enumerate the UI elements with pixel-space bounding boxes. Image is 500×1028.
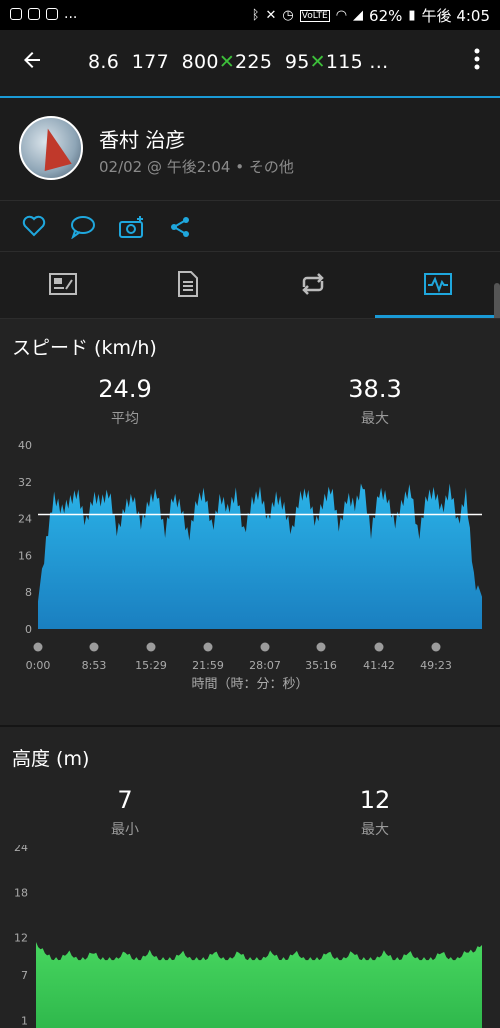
elevation-max-label: 最大 bbox=[361, 822, 389, 838]
speed-avg-value: 24.9 bbox=[98, 375, 152, 403]
speed-x-tick-dot bbox=[316, 642, 326, 652]
laps-icon bbox=[301, 273, 324, 295]
app-bar: 8.6 177 800✕225 95✕115 ... bbox=[0, 30, 500, 98]
overview-icon bbox=[48, 273, 77, 295]
speed-avg-label: 平均 bbox=[111, 411, 139, 427]
clock: 午後 4:05 bbox=[421, 7, 490, 25]
speed-title: スピード (km/h) bbox=[12, 337, 157, 359]
elevation-y-tick: 24 bbox=[14, 845, 28, 854]
speed-x-tick-dot bbox=[33, 642, 43, 652]
tab-details[interactable] bbox=[125, 252, 250, 316]
speed-series-area bbox=[38, 483, 482, 629]
speed-x-tick-dot bbox=[431, 642, 441, 652]
profile-name[interactable]: 香村 治彦 bbox=[99, 124, 185, 153]
status-right: ᛒ ✕ ◷ VoLTE ◠ ◢ 62% ▮ 午後 4:05 bbox=[252, 5, 490, 26]
mute-icon: ✕ bbox=[265, 8, 277, 23]
speed-y-tick: 0 bbox=[25, 623, 32, 636]
tab-laps[interactable] bbox=[250, 252, 375, 316]
speed-x-tick: 8:53 bbox=[82, 659, 107, 672]
elevation-title: 高度 (m) bbox=[12, 748, 90, 770]
more-vert-icon[interactable] bbox=[474, 48, 480, 75]
elevation-max-value: 12 bbox=[359, 786, 391, 814]
charts-panel: スピード (km/h) 24.9 平均 38.3 最大 0 8 16 24 32 40 0:… bbox=[0, 318, 500, 1028]
speed-x-tick-dot bbox=[260, 642, 270, 652]
wifi-icon: ◠ bbox=[335, 8, 348, 23]
status-left: ... bbox=[10, 6, 77, 22]
speed-x-tick: 21:59 bbox=[192, 659, 224, 672]
speed-x-tick: 28:07 bbox=[249, 659, 281, 672]
battery-text: 62% bbox=[369, 6, 403, 25]
share-icon[interactable] bbox=[168, 215, 194, 239]
lines-icon bbox=[28, 8, 40, 20]
speed-y-tick: 32 bbox=[18, 476, 32, 489]
elevation-min-label: 最小 bbox=[111, 822, 139, 838]
profile-card bbox=[0, 98, 500, 201]
speed-y-tick: 40 bbox=[18, 439, 32, 452]
speed-max-value: 38.3 bbox=[348, 375, 402, 403]
details-icon bbox=[177, 271, 198, 297]
section-divider bbox=[0, 725, 500, 727]
speed-y-tick: 16 bbox=[18, 549, 32, 562]
speed-x-tick: 0:00 bbox=[26, 659, 51, 672]
dialer-icon bbox=[46, 8, 58, 20]
activity-title: 8.6 177 800✕225 95✕115 ... bbox=[88, 51, 388, 73]
x-mark: ✕ bbox=[309, 51, 326, 73]
alarm-icon: ◷ bbox=[282, 8, 294, 23]
speed-x-tick: 41:42 bbox=[363, 659, 395, 672]
speed-x-tick-dot bbox=[203, 642, 213, 652]
speed-x-tick-dot bbox=[374, 642, 384, 652]
speed-chart: 0 8 16 24 32 40 0:00 8:53 15:29 21:59 28:07 35:16 41… bbox=[18, 439, 482, 672]
line-icon bbox=[10, 8, 22, 20]
speed-x-axis-title: 時間（時：分：秒） bbox=[191, 677, 309, 692]
comment-icon[interactable] bbox=[70, 215, 96, 240]
elevation-y-tick: 1 bbox=[21, 1014, 28, 1027]
status-more: ... bbox=[64, 6, 78, 22]
elevation-y-tick: 12 bbox=[14, 932, 28, 945]
signal-icon: ◢ bbox=[353, 8, 364, 23]
speed-y-tick: 8 bbox=[25, 586, 32, 599]
speed-y-tick: 24 bbox=[18, 513, 32, 526]
back-arrow-icon[interactable] bbox=[20, 48, 44, 77]
speed-x-tick-dot bbox=[89, 642, 99, 652]
add-photo-icon[interactable] bbox=[118, 215, 144, 239]
speed-x-tick-dot bbox=[146, 642, 156, 652]
speed-x-tick: 15:29 bbox=[135, 659, 167, 672]
elevation-chart: 1 7 12 18 24 bbox=[14, 845, 482, 1028]
tab-overview[interactable] bbox=[0, 252, 125, 316]
battery-icon: ▮ bbox=[408, 8, 416, 23]
elevation-y-tick: 7 bbox=[21, 969, 28, 982]
speed-x-tick: 49:23 bbox=[420, 659, 452, 672]
title-part-1: 8.6 177 800 bbox=[88, 51, 219, 73]
speed-x-tick: 35:16 bbox=[305, 659, 337, 672]
avatar[interactable] bbox=[19, 116, 83, 180]
elevation-series-area bbox=[36, 942, 482, 1028]
tab-charts[interactable] bbox=[375, 252, 500, 318]
speed-max-label: 最大 bbox=[361, 411, 389, 427]
bluetooth-icon: ᛒ bbox=[251, 8, 260, 23]
like-icon[interactable] bbox=[22, 215, 48, 239]
elevation-min-value: 7 bbox=[117, 786, 133, 814]
status-bar: ... ᛒ ✕ ◷ VoLTE ◠ ◢ 62% ▮ 午後 4:05 bbox=[0, 0, 500, 30]
elevation-y-tick: 18 bbox=[14, 886, 28, 899]
charts-icon bbox=[423, 272, 452, 295]
title-part-2: 225 95 bbox=[235, 51, 310, 73]
volte-icon: VoLTE bbox=[299, 9, 330, 22]
tab-bar bbox=[0, 252, 500, 318]
action-bar bbox=[0, 201, 500, 252]
x-mark: ✕ bbox=[218, 51, 236, 73]
profile-meta: 02/02 @ 午後2:04 • その他 bbox=[99, 158, 294, 176]
title-part-3: 115 ... bbox=[325, 51, 389, 73]
